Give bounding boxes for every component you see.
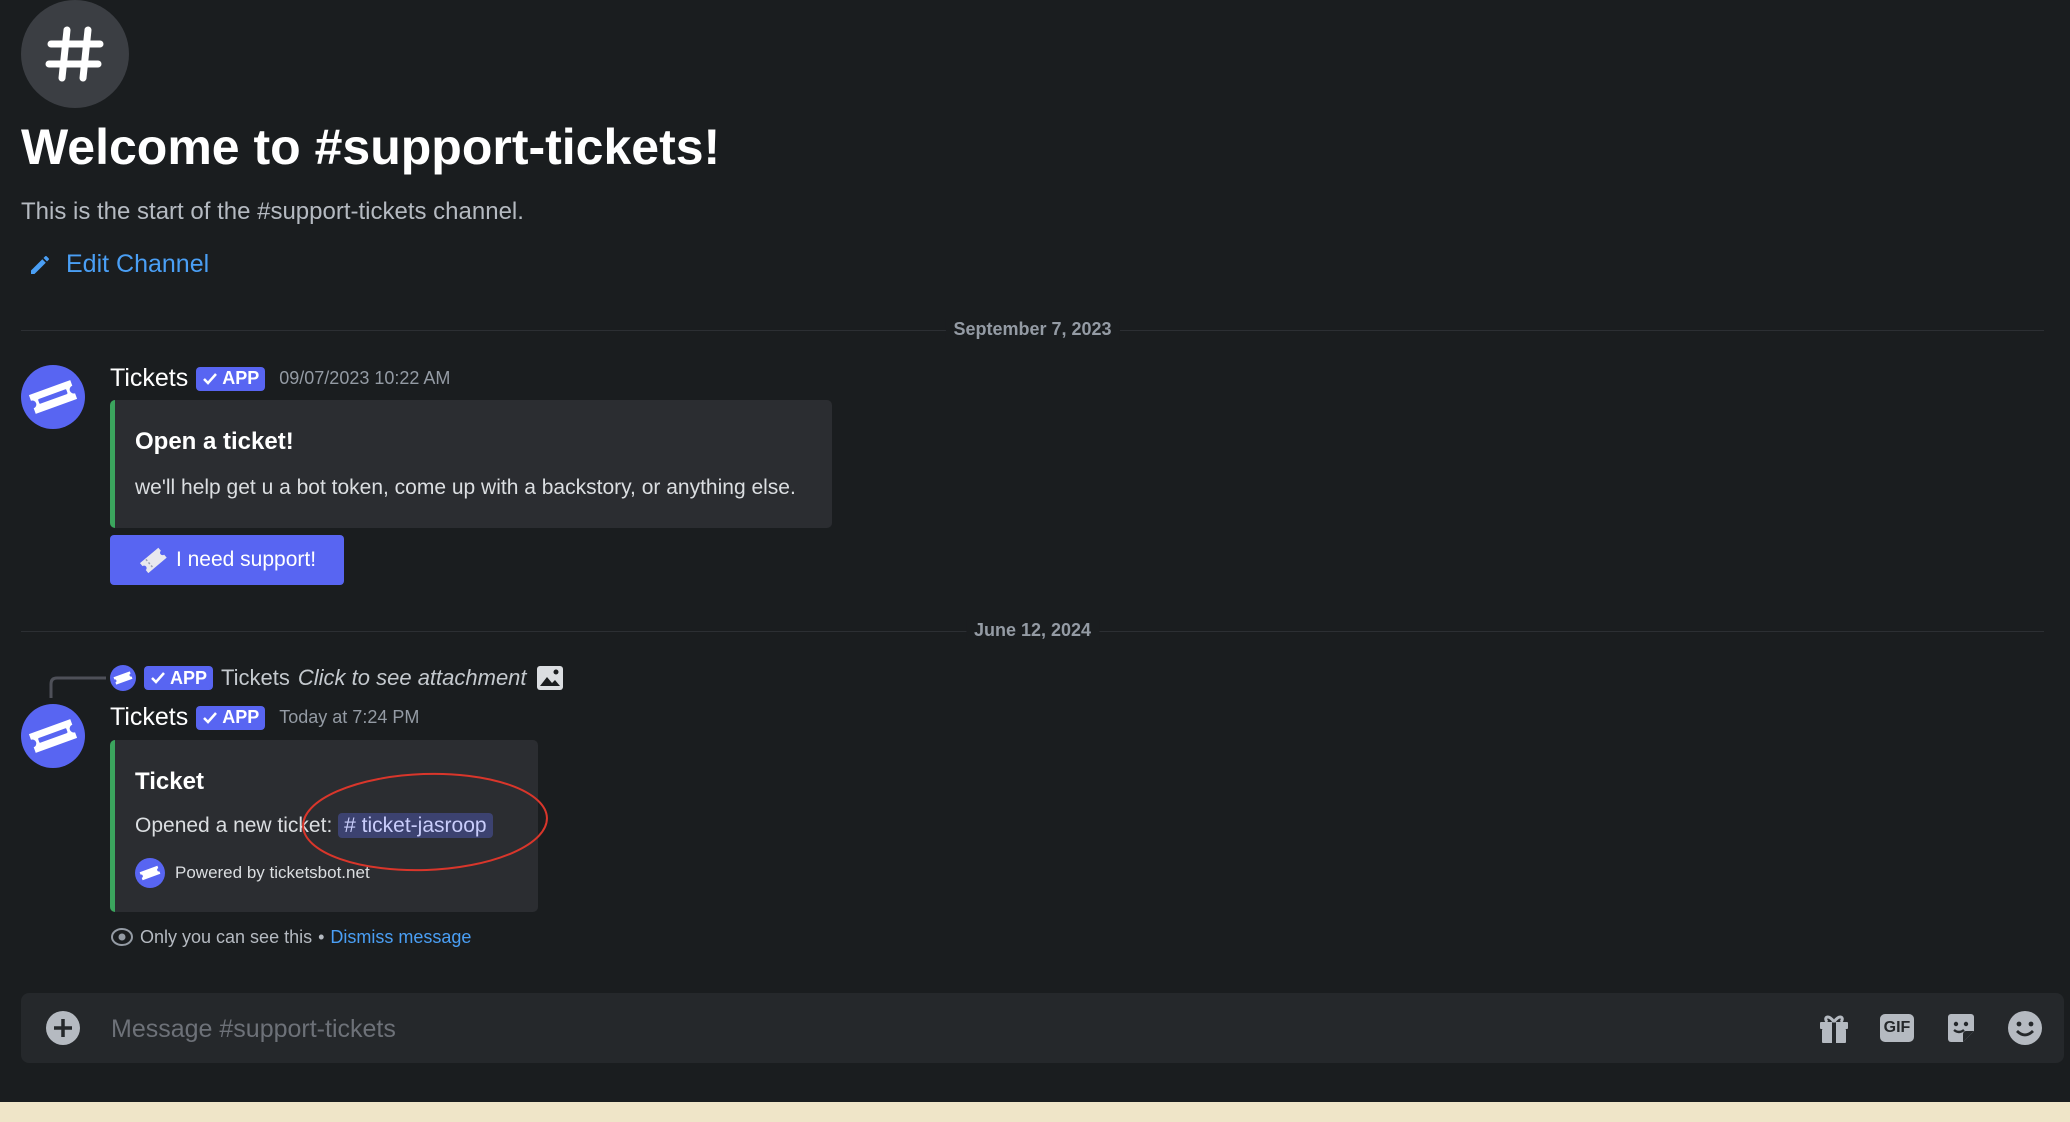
- hash-icon: [45, 26, 104, 82]
- author-name[interactable]: Tickets: [110, 703, 188, 732]
- ticket-icon: [139, 547, 167, 574]
- ticket-icon: [139, 865, 161, 881]
- separator: •: [318, 926, 325, 947]
- avatar[interactable]: [21, 704, 85, 768]
- check-icon: [203, 711, 218, 724]
- app-badge: APP: [196, 366, 266, 391]
- footer-icon: [135, 858, 165, 888]
- annotation-circle: [302, 772, 548, 872]
- channel-icon: [21, 0, 129, 108]
- welcome-subtitle: This is the start of the #support-ticket…: [21, 198, 524, 225]
- message-header: Tickets APP Today at 7:24 PM: [110, 703, 419, 732]
- gif-label: GIF: [1879, 1014, 1915, 1042]
- emoji-icon: [2008, 1011, 2042, 1045]
- add-attachment-button[interactable]: [45, 1010, 81, 1046]
- pencil-icon: [31, 255, 49, 274]
- i-need-support-button[interactable]: I need support!: [110, 535, 344, 585]
- embed-card: Open a ticket! we'll help get u a bot to…: [110, 400, 832, 528]
- emoji-button[interactable]: [2007, 1010, 2043, 1046]
- reply-connector: [49, 676, 106, 698]
- embed-description: we'll help get u a bot token, come up wi…: [135, 476, 796, 499]
- sticker-button[interactable]: [1943, 1010, 1979, 1046]
- welcome-title: Welcome to #support-tickets!: [21, 119, 721, 175]
- gift-icon: [1820, 1015, 1848, 1043]
- ephemeral-notice: Only you can see this • Dismiss message: [110, 926, 471, 948]
- date-divider-label: June 12, 2024: [965, 620, 1100, 641]
- reply-author: Tickets: [221, 665, 290, 690]
- reply-avatar: [110, 665, 136, 691]
- app-badge-label: APP: [222, 368, 260, 388]
- image-icon: [536, 666, 563, 690]
- app-badge: APP: [196, 705, 266, 730]
- embed-title: Open a ticket!: [135, 428, 294, 455]
- app-badge: APP: [144, 666, 214, 690]
- eye-icon: [111, 928, 133, 946]
- ephemeral-text: Only you can see this: [140, 926, 313, 947]
- date-divider: June 12, 2024: [21, 620, 2044, 641]
- ticket-icon: [28, 380, 78, 414]
- embed-title: Ticket: [135, 768, 204, 795]
- reply-preview[interactable]: APP Tickets Click to see attachment: [110, 664, 565, 692]
- message-timestamp: Today at 7:24 PM: [279, 707, 420, 727]
- edit-channel-link[interactable]: Edit Channel: [28, 250, 209, 279]
- reply-text: Click to see attachment: [297, 665, 527, 690]
- author-name[interactable]: Tickets: [110, 364, 188, 393]
- edit-channel-label: Edit Channel: [66, 250, 210, 278]
- gif-button[interactable]: GIF: [1879, 1011, 1915, 1045]
- i-need-support-label: I need support!: [175, 548, 317, 571]
- date-divider: September 7, 2023: [21, 319, 2044, 340]
- date-divider-label: September 7, 2023: [945, 319, 1120, 340]
- app-badge-label: APP: [170, 667, 208, 688]
- check-icon: [151, 672, 165, 684]
- bottom-edge-bar: [0, 1102, 2070, 1122]
- message-header: Tickets APP 09/07/2023 10:22 AM: [110, 364, 450, 393]
- ticket-icon: [28, 719, 78, 753]
- message-timestamp: 09/07/2023 10:22 AM: [279, 368, 451, 388]
- sticker-icon: [1948, 1014, 1974, 1042]
- plus-circle-icon: [46, 1011, 80, 1045]
- message-composer: GIF: [21, 993, 2064, 1063]
- avatar[interactable]: [21, 365, 85, 429]
- gift-button[interactable]: [1816, 1010, 1852, 1046]
- message-input[interactable]: [109, 1011, 1713, 1047]
- dismiss-message-link[interactable]: Dismiss message: [330, 927, 471, 948]
- app-badge-label: APP: [222, 707, 260, 727]
- ticket-icon: [113, 671, 133, 685]
- check-icon: [203, 372, 218, 385]
